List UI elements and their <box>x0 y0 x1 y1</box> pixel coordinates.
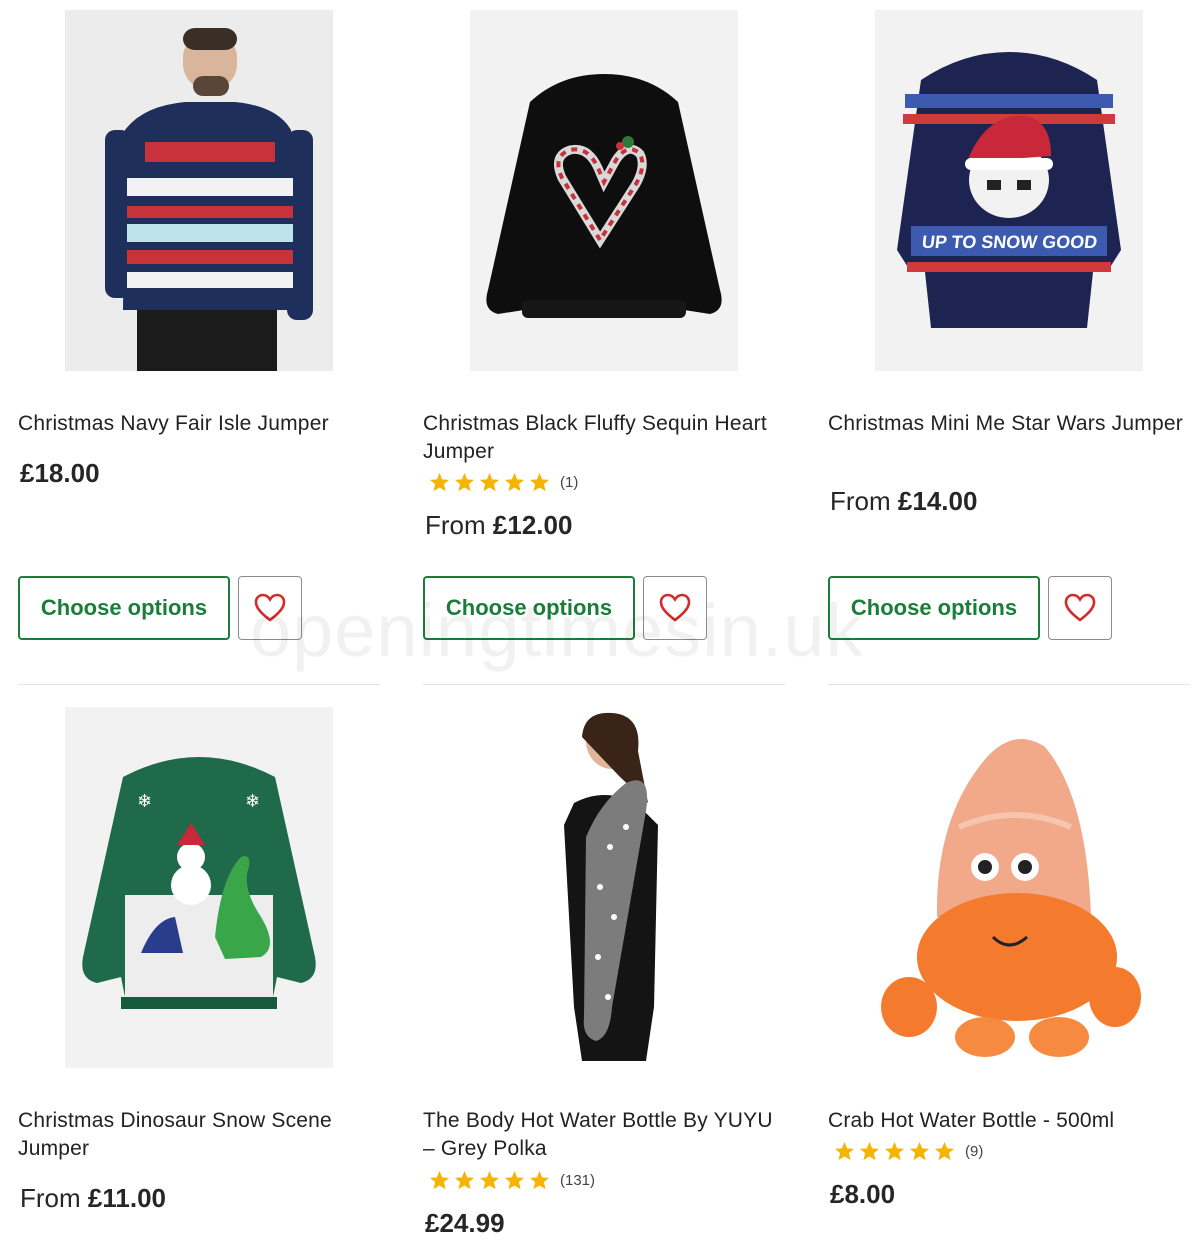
star-icon <box>429 1170 450 1190</box>
svg-text:❄: ❄ <box>245 791 260 812</box>
product-price: From £12.00 <box>425 510 572 541</box>
row-divider <box>828 684 1190 685</box>
product-card: UP TO SNOW GOOD Christmas Mini Me Star W… <box>828 0 1190 684</box>
product-price: £8.00 <box>830 1179 895 1210</box>
star-icon <box>529 472 550 492</box>
product-card: Christmas Black Fluffy Sequin Heart Jump… <box>423 0 785 684</box>
price-amount: £24.99 <box>425 1208 505 1238</box>
rating-count: (131) <box>560 1171 596 1189</box>
star-icon <box>429 472 450 492</box>
product-price: From £11.00 <box>20 1183 166 1214</box>
add-to-wishlist-button[interactable] <box>238 576 302 640</box>
star-icon <box>504 1170 525 1190</box>
price-prefix: From <box>20 1183 81 1213</box>
star-icon <box>529 1170 550 1190</box>
add-to-wishlist-button[interactable] <box>643 576 707 640</box>
heart-icon <box>1064 593 1096 622</box>
svg-text:❄: ❄ <box>137 791 152 812</box>
star-icon <box>504 472 525 492</box>
heart-icon <box>659 593 691 622</box>
price-prefix: From <box>425 510 486 540</box>
product-title[interactable]: Christmas Black Fluffy Sequin Heart Jump… <box>423 410 785 466</box>
price-amount: £18.00 <box>20 458 100 488</box>
product-card: ❄ ❄ Christmas Dinosaur Snow Scene Jumper… <box>18 697 380 1258</box>
star-icon <box>454 1170 475 1190</box>
star-rating: (1) <box>429 472 578 492</box>
heart-icon <box>254 593 286 622</box>
product-title[interactable]: Christmas Mini Me Star Wars Jumper <box>828 410 1190 438</box>
product-grid: Christmas Navy Fair Isle Jumper £18.00 C… <box>0 0 1200 1258</box>
product-title[interactable]: Christmas Navy Fair Isle Jumper <box>18 410 380 438</box>
price-amount: £8.00 <box>830 1179 896 1209</box>
product-image-star-wars-jumper[interactable]: UP TO SNOW GOOD <box>875 10 1143 371</box>
product-price: £18.00 <box>20 458 100 489</box>
product-title[interactable]: Crab Hot Water Bottle - 500ml <box>828 1107 1190 1135</box>
rating-count: (1) <box>560 473 579 491</box>
svg-text:UP TO SNOW GOOD: UP TO SNOW GOOD <box>921 232 1098 252</box>
product-image-navy-fair-isle-jumper[interactable] <box>65 10 333 371</box>
star-rating: (131) <box>429 1170 595 1190</box>
star-rating: (9) <box>834 1141 983 1161</box>
product-card: Crab Hot Water Bottle - 500ml (9) £8.00 <box>828 697 1190 1258</box>
product-card: The Body Hot Water Bottle By YUYU – Grey… <box>423 697 785 1258</box>
product-image-black-sequin-heart-jumper[interactable] <box>470 10 738 371</box>
star-icon <box>859 1141 880 1161</box>
price-amount: £11.00 <box>87 1183 166 1213</box>
star-icon <box>934 1141 955 1161</box>
product-price: £24.99 <box>425 1208 505 1239</box>
product-image-crab-hot-water-bottle[interactable] <box>875 707 1143 1068</box>
product-price: From £14.00 <box>830 486 977 517</box>
choose-options-button[interactable]: Choose options <box>828 576 1040 640</box>
price-prefix: From <box>830 486 891 516</box>
product-title[interactable]: Christmas Dinosaur Snow Scene Jumper <box>18 1107 380 1163</box>
row-divider <box>18 684 380 685</box>
star-icon <box>479 1170 500 1190</box>
rating-count: (9) <box>965 1142 984 1160</box>
price-amount: £14.00 <box>897 486 978 516</box>
product-card: Christmas Navy Fair Isle Jumper £18.00 C… <box>18 0 380 684</box>
row-divider <box>423 684 785 685</box>
star-icon <box>909 1141 930 1161</box>
star-icon <box>454 472 475 492</box>
star-icon <box>479 472 500 492</box>
product-image-body-hot-water-bottle[interactable] <box>470 707 738 1068</box>
product-title[interactable]: The Body Hot Water Bottle By YUYU – Grey… <box>423 1107 785 1163</box>
price-amount: £12.00 <box>492 510 573 540</box>
star-icon <box>834 1141 855 1161</box>
star-icon <box>884 1141 905 1161</box>
choose-options-button[interactable]: Choose options <box>18 576 230 640</box>
choose-options-button[interactable]: Choose options <box>423 576 635 640</box>
product-image-dinosaur-snow-scene-jumper[interactable]: ❄ ❄ <box>65 707 333 1068</box>
add-to-wishlist-button[interactable] <box>1048 576 1112 640</box>
